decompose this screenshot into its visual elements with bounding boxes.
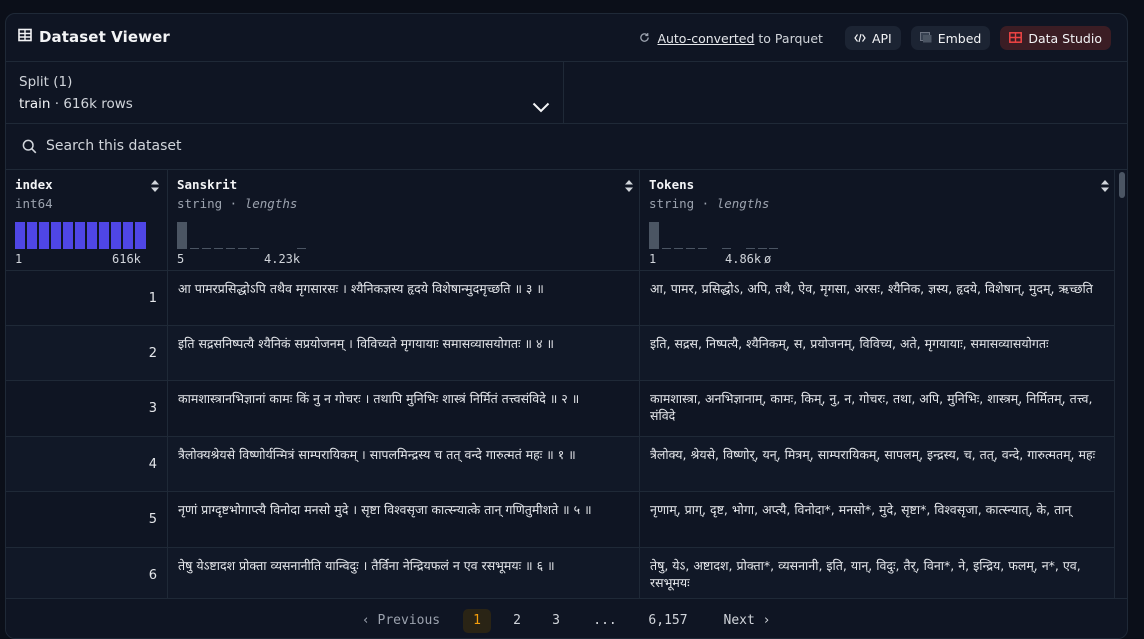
pagination: ‹ Previous 1 2 3 ... 6,157 Next › bbox=[6, 598, 1127, 638]
cell-index: 2 bbox=[6, 326, 168, 380]
api-label: API bbox=[871, 30, 892, 46]
range-max: 4.23k bbox=[264, 252, 301, 266]
table-row[interactable]: 4 त्रैलोक्यश्रेयसे विष्णोर्यन्मित्रं साम… bbox=[6, 437, 1114, 492]
column-type: int64 bbox=[15, 196, 53, 211]
index-value: 2 bbox=[148, 346, 157, 361]
data-studio-button[interactable]: Data Studio bbox=[1000, 26, 1111, 50]
table-row[interactable]: 1 आ पामरप्रसिद्धोऽपि तथैव मृगसारसः । श्य… bbox=[6, 271, 1114, 326]
split-selector[interactable]: Split (1) train · 616k rows bbox=[6, 62, 564, 123]
data-studio-icon bbox=[1009, 31, 1023, 46]
sort-icon[interactable] bbox=[150, 178, 160, 197]
viewer-header: Dataset Viewer Auto-converted to Parquet… bbox=[6, 14, 1127, 62]
page-1-button[interactable]: 1 bbox=[463, 609, 491, 633]
sanskrit-histogram[interactable] bbox=[177, 222, 308, 249]
previous-page-button[interactable]: ‹ Previous bbox=[356, 609, 446, 633]
column-name: index bbox=[15, 177, 53, 192]
search-input[interactable] bbox=[46, 135, 646, 157]
scrollbar-thumb[interactable] bbox=[1119, 172, 1125, 198]
title-wrap: Dataset Viewer bbox=[18, 27, 170, 46]
header-actions: Auto-converted to Parquet API Embed Data… bbox=[639, 26, 1111, 50]
cell-sanskrit: नृणां प्राग्दृष्टभोगाप्त्यै विनोदा मनसो … bbox=[168, 492, 640, 547]
embed-button[interactable]: Embed bbox=[910, 26, 991, 50]
index-histogram[interactable] bbox=[15, 222, 146, 249]
next-label: Next bbox=[723, 613, 755, 628]
split-value: train · 616k rows bbox=[19, 96, 133, 112]
column-type-name: string bbox=[649, 196, 695, 211]
cell-tokens: आ, पामर, प्रसिद्धोऽ, अपि, तथै, ऐव, मृगसा… bbox=[650, 281, 1093, 296]
search-bar bbox=[6, 124, 1127, 170]
cell-index: 4 bbox=[6, 437, 168, 491]
previous-label: Previous bbox=[377, 613, 441, 628]
cell-tokens: तेषु, येऽ, अष्टादश, प्रोक्ता*, व्यसनानी,… bbox=[650, 558, 1081, 590]
split-label: Split (1) bbox=[19, 74, 73, 90]
split-name: train bbox=[19, 96, 51, 112]
page-ellipsis: ... bbox=[593, 613, 617, 628]
next-page-button[interactable]: Next › bbox=[715, 609, 779, 633]
column-stat: lengths bbox=[244, 196, 298, 211]
cell-sanskrit: कामशास्त्रानभिज्ञानां कामः किं नु न गोचर… bbox=[168, 381, 640, 436]
auto-converted-link[interactable]: Auto-converted bbox=[657, 31, 754, 46]
table-row[interactable]: 3 कामशास्त्रानभिज्ञानां कामः किं नु न गो… bbox=[6, 381, 1114, 437]
table-icon bbox=[18, 27, 32, 46]
column-header-index[interactable]: index int64 1 616k bbox=[6, 170, 168, 270]
column-name: Tokens bbox=[649, 177, 695, 192]
page-title: Dataset Viewer bbox=[39, 27, 170, 46]
dataset-viewer-panel: Dataset Viewer Auto-converted to Parquet… bbox=[5, 13, 1128, 639]
column-stat: lengths bbox=[716, 196, 770, 211]
table-scrollbar[interactable] bbox=[1114, 170, 1127, 610]
page-2-button[interactable]: 2 bbox=[503, 609, 531, 633]
cell-sanskrit: तेषु येऽष्टादश प्रोक्ता व्यसनानीति यान्व… bbox=[168, 548, 640, 602]
range-max: 4.86k bbox=[725, 252, 762, 266]
search-icon bbox=[22, 139, 37, 158]
range-min: 1 bbox=[649, 252, 657, 266]
sort-icon[interactable] bbox=[1100, 178, 1110, 197]
refresh-icon bbox=[639, 31, 650, 46]
range-min: 5 bbox=[177, 252, 185, 266]
chevron-down-icon[interactable] bbox=[532, 98, 550, 117]
column-name: Sanskrit bbox=[177, 177, 238, 192]
cell-index: 6 bbox=[6, 548, 168, 602]
null-symbol: ø bbox=[764, 252, 772, 266]
embed-label: Embed bbox=[937, 30, 982, 46]
cell-sanskrit: आ पामरप्रसिद्धोऽपि तथैव मृगसारसः । श्यैन… bbox=[168, 271, 640, 325]
range-min: 1 bbox=[15, 252, 23, 266]
column-header-tokens[interactable]: Tokens string · lengths 1 4.86k ø bbox=[640, 170, 1114, 270]
auto-converted-suffix: to Parquet bbox=[758, 30, 823, 46]
column-header-sanskrit[interactable]: Sanskrit string · lengths 5 4.23k bbox=[168, 170, 640, 270]
cell-tokens: नृणाम्, प्राग्, दृष्ट, भोगा, अप्त्यै, वि… bbox=[650, 502, 1072, 517]
table-row[interactable]: 5 नृणां प्राग्दृष्टभोगाप्त्यै विनोदा मनस… bbox=[6, 492, 1114, 548]
auto-converted-note: Auto-converted to Parquet bbox=[639, 31, 823, 46]
index-value: 3 bbox=[148, 401, 157, 416]
table-header: index int64 1 616k Sanskrit string · len… bbox=[6, 170, 1114, 271]
data-studio-label: Data Studio bbox=[1028, 30, 1102, 46]
index-value: 6 bbox=[148, 568, 157, 583]
column-type-name: string bbox=[177, 196, 223, 211]
cell-tokens: इति, सद्रस, निष्पत्यै, श्यैनिकम्, स, प्र… bbox=[650, 336, 1049, 351]
column-type: string · lengths bbox=[649, 196, 770, 211]
cell-tokens: त्रैलोक्य, श्रेयसे, विष्णोर्, यन्, मित्र… bbox=[650, 447, 1096, 462]
index-value: 4 bbox=[148, 457, 157, 472]
tokens-histogram[interactable] bbox=[649, 222, 780, 249]
range-max: 616k bbox=[112, 252, 141, 266]
table-row[interactable]: 2 इति सद्रसनिष्पत्यै श्यैनिकं सप्रयोजनम्… bbox=[6, 326, 1114, 381]
cell-index: 3 bbox=[6, 381, 168, 436]
cell-index: 1 bbox=[6, 271, 168, 325]
index-value: 5 bbox=[148, 512, 157, 527]
code-icon bbox=[854, 31, 866, 46]
cell-index: 5 bbox=[6, 492, 168, 547]
sort-icon[interactable] bbox=[624, 178, 634, 197]
page-3-button[interactable]: 3 bbox=[542, 609, 570, 633]
cell-sanskrit: त्रैलोक्यश्रेयसे विष्णोर्यन्मित्रं साम्प… bbox=[168, 437, 640, 491]
split-row-count: 616k rows bbox=[63, 96, 133, 112]
cell-sanskrit: इति सद्रसनिष्पत्यै श्यैनिकं सप्रयोजनम् ।… bbox=[168, 326, 640, 380]
embed-icon bbox=[919, 31, 932, 46]
split-section: Split (1) train · 616k rows bbox=[6, 61, 1127, 124]
table-row[interactable]: 6 तेषु येऽष्टादश प्रोक्ता व्यसनानीति यान… bbox=[6, 548, 1114, 603]
cell-tokens: कामशास्त्रा, अनभिज्ञानाम्, कामः, किम्, न… bbox=[650, 391, 1093, 423]
last-page-button[interactable]: 6,157 bbox=[643, 609, 693, 633]
api-button[interactable]: API bbox=[844, 26, 901, 50]
column-type: string · lengths bbox=[177, 196, 298, 211]
index-value: 1 bbox=[148, 291, 157, 306]
